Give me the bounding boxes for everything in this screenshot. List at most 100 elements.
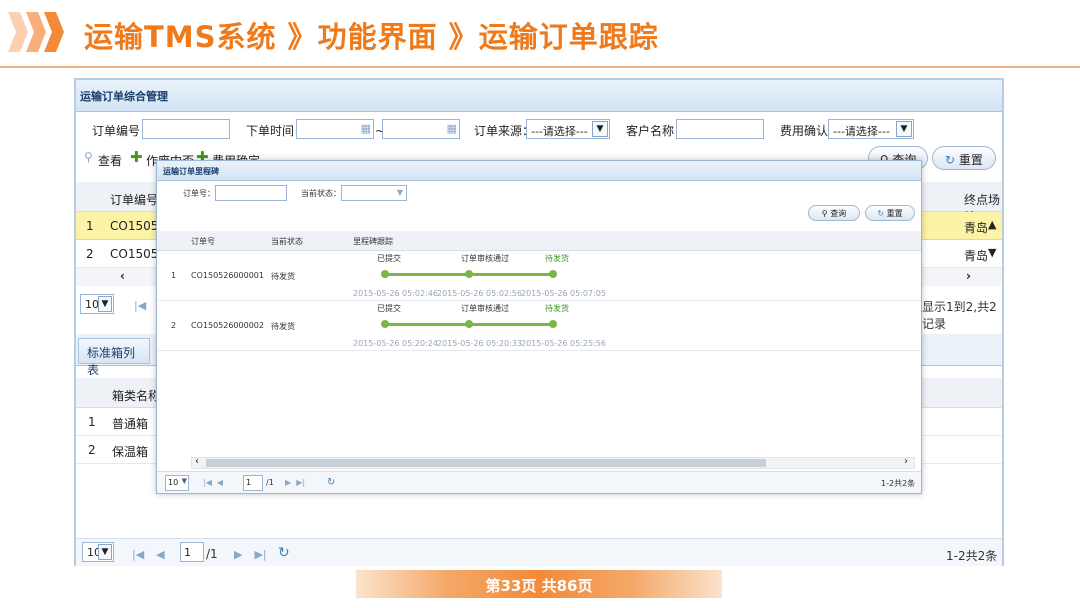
reset-button-label: 重置 [958, 153, 983, 167]
page-size-value: 10 [168, 478, 179, 487]
chevron-up-icon[interactable]: ▲ [988, 218, 996, 231]
popup-status-select[interactable]: ▼ [341, 185, 407, 201]
pager-info: 1-2共2条 [881, 479, 916, 488]
chevron-decoration [26, 12, 46, 52]
scrollbar-thumb[interactable] [206, 459, 766, 467]
next-last-icons[interactable]: ▶ ▶| [228, 547, 273, 561]
milestone-time: 2015-05-26 05:20:24 [353, 339, 438, 348]
row-dest: 青岛 [964, 221, 989, 235]
refresh-icon: ↻ [877, 209, 887, 218]
row-index: 2 [171, 321, 177, 330]
milestone-step: 已提交 [377, 304, 401, 313]
chevron-decoration [8, 12, 28, 52]
reset-button[interactable]: ↻ 重置 [932, 146, 996, 170]
search-icon: ⚲ [821, 209, 831, 218]
chevron-right-icon[interactable]: › [904, 456, 908, 467]
customer-input[interactable] [676, 119, 764, 139]
first-prev-icons[interactable]: |◀ ◀ [203, 478, 223, 487]
chevron-down-icon[interactable]: ▼ [98, 296, 112, 312]
popup-query-label: 查询 [830, 209, 847, 218]
pager-info: 显示1到2,共2记录 [922, 300, 997, 331]
milestone-time: 2015-05-26 05:02:56 [437, 289, 522, 298]
row-status: 待发货 [271, 272, 295, 281]
order-no-input[interactable] [142, 119, 230, 139]
popup-title: 运输订单里程碑 [157, 161, 921, 181]
chevron-left-icon[interactable]: ‹ [195, 456, 199, 467]
slide-title: 运输TMS系统 》功能界面 》运输订单跟踪 [84, 20, 659, 54]
milestone-dot [465, 270, 473, 278]
row-box-name: 普通箱 [112, 417, 149, 431]
col-milestone: 里程碑跟踪 [353, 237, 393, 246]
page-input[interactable]: 1 [180, 542, 204, 562]
next-last-icons[interactable]: ▶ ▶| [285, 478, 305, 487]
col-status: 当前状态 [271, 237, 303, 246]
popup-pager: 10 ▼ |◀ ◀ 1 /1 ▶ ▶| ↻ 1-2共2条 [157, 471, 921, 493]
start-date-input[interactable]: ▦ [296, 119, 374, 139]
row-index: 1 [88, 415, 96, 429]
tab-standard-box[interactable]: 标准箱列表 [78, 338, 150, 377]
page-size-select[interactable]: 10 ▼ [82, 542, 114, 562]
refresh-icon: ↻ [945, 153, 959, 167]
col-order-no: 订单号 [191, 237, 215, 246]
view-button[interactable]: 查看 [98, 152, 122, 169]
total-pages: /1 [206, 547, 218, 561]
first-prev-icons[interactable]: |◀ ◀ [126, 547, 171, 561]
page-input[interactable]: 1 [243, 475, 263, 491]
row-status: 待发货 [271, 322, 295, 331]
order-source-select[interactable]: ---请选择--- ▼ [526, 119, 610, 139]
chevron-down-icon[interactable]: ▼ [98, 544, 112, 560]
chevron-right-icon[interactable]: › [966, 269, 971, 283]
order-source-value: ---请选择--- [531, 125, 588, 138]
popup-reset-button[interactable]: ↻ 重置 [865, 205, 915, 221]
chevron-down-icon[interactable]: ▼ [896, 121, 912, 137]
page-counter: 第33页 共86页 [485, 577, 593, 595]
row-box-name: 保温箱 [112, 445, 149, 459]
popup-grid-header: 订单号 当前状态 里程碑跟踪 [157, 231, 921, 251]
slide-footer: 第33页 共86页 [356, 570, 722, 598]
row-index: 1 [86, 219, 94, 233]
page-size-select[interactable]: 10 ▼ [80, 294, 114, 314]
search-icon[interactable]: ⚲ [84, 150, 93, 164]
col-box-name: 箱类名称 [112, 389, 161, 403]
milestone-dot [549, 270, 557, 278]
page-size-select[interactable]: 10 ▼ [165, 475, 189, 491]
pager-info: 1-2共2条 [946, 549, 998, 563]
page-size-value: 10 [85, 298, 99, 311]
row-order-no: CO150526000002 [191, 321, 264, 330]
chevron-decoration [44, 12, 64, 52]
calendar-icon[interactable]: ▦ [361, 122, 371, 135]
col-order-no: 订单编号 [110, 193, 159, 207]
row-dest: 青岛 [964, 249, 989, 263]
row-order-no: CO150526000001 [191, 271, 264, 280]
refresh-icon[interactable]: ↻ [278, 545, 290, 561]
order-source-label: 订单来源： [474, 124, 535, 138]
popup-order-no-input[interactable] [215, 185, 287, 201]
chevron-down-icon[interactable]: ▼ [988, 246, 996, 259]
table-row[interactable]: 1 CO150526000001 待发货 已提交 订单审核通过 待发货 2015… [157, 251, 921, 301]
calendar-icon[interactable]: ▦ [447, 122, 457, 135]
milestone-step-current: 待发货 [545, 254, 569, 263]
milestone-popup: 运输订单里程碑 订单号： 当前状态： ▼ ⚲ 查询 ↻ 重置 订单号 当前状态 … [156, 160, 922, 494]
horizontal-scrollbar[interactable]: ‹ › [191, 456, 915, 469]
popup-query-button[interactable]: ⚲ 查询 [808, 205, 860, 221]
milestone-step: 订单审核通过 [461, 304, 509, 313]
chevron-down-icon[interactable]: ▼ [397, 188, 403, 197]
end-date-input[interactable]: ▦ [382, 119, 460, 139]
milestone-time: 2015-05-26 05:07:05 [521, 289, 606, 298]
fee-confirm-select[interactable]: ---请选择--- ▼ [828, 119, 914, 139]
chevron-down-icon[interactable]: ▼ [182, 477, 187, 485]
milestone-dot [381, 320, 389, 328]
milestone-step: 已提交 [377, 254, 401, 263]
total-pages: /1 [266, 478, 274, 487]
refresh-icon[interactable]: ↻ [327, 477, 335, 488]
row-index: 2 [88, 443, 96, 457]
row-index: 1 [171, 271, 177, 280]
table-row[interactable]: 2 CO150526000002 待发货 已提交 订单审核通过 待发货 2015… [157, 301, 921, 351]
milestone-step-current: 待发货 [545, 304, 569, 313]
divider [0, 66, 1080, 68]
chevron-down-icon[interactable]: ▼ [592, 121, 608, 137]
fee-confirm-value: ---请选择--- [833, 125, 890, 138]
plus-icon[interactable]: ✚ [130, 148, 143, 166]
chevron-left-icon[interactable]: ‹ [120, 269, 125, 283]
milestone-time: 2015-05-26 05:20:33 [437, 339, 522, 348]
